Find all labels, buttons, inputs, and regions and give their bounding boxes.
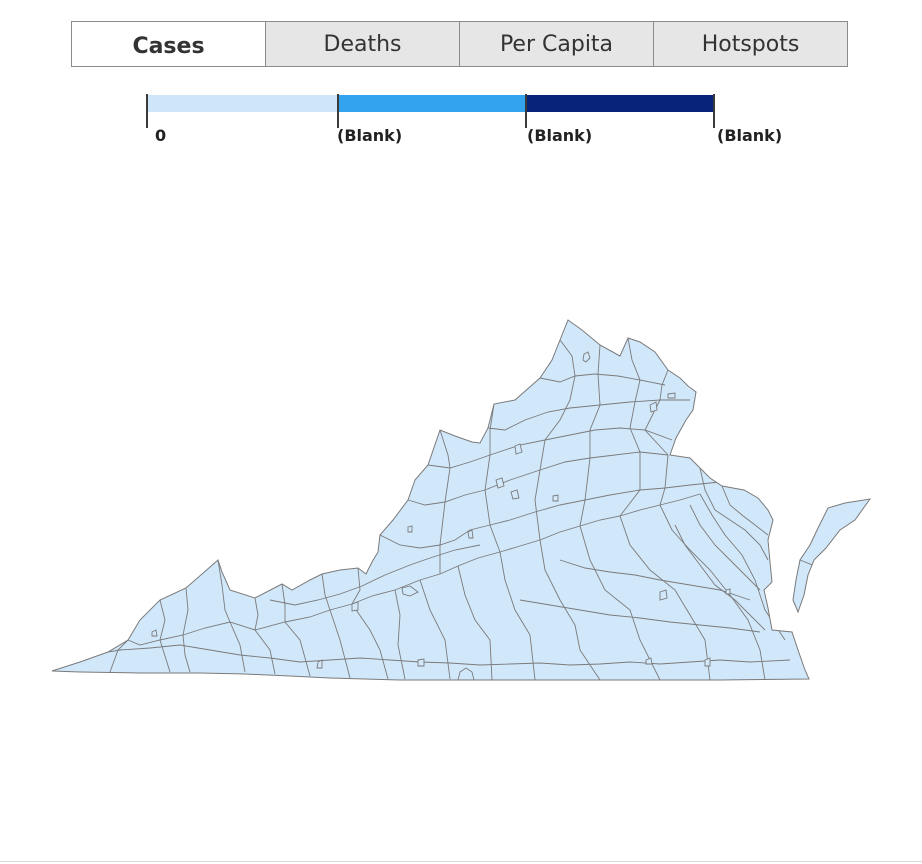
city-boundary — [407, 525, 413, 533]
virginia-mainland — [51, 319, 810, 681]
city-boundary — [495, 477, 505, 489]
bottom-divider — [0, 861, 922, 862]
state-outline — [51, 319, 872, 681]
eastern-shore — [792, 498, 872, 614]
city-boundary — [552, 494, 559, 502]
city-boundary — [659, 589, 668, 601]
city-boundary — [467, 529, 474, 539]
city-boundary — [351, 601, 359, 612]
virginia-county-map — [51, 319, 872, 681]
city-boundary — [510, 489, 520, 500]
city-boundary — [725, 588, 731, 595]
city-boundary — [417, 658, 425, 667]
city-boundary — [667, 392, 676, 399]
